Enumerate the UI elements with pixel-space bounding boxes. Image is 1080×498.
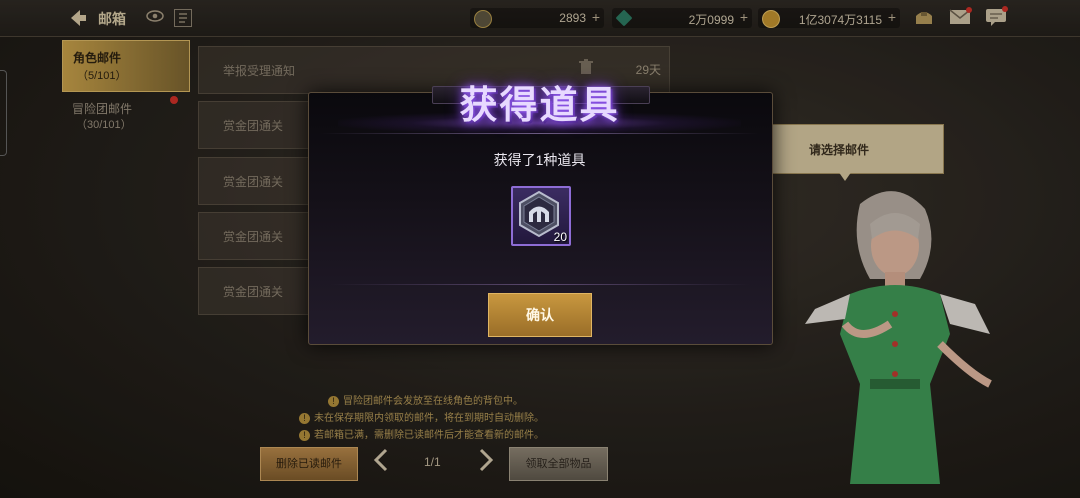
confirm-button[interactable]: 确认 [488,293,592,337]
reward-item-slot[interactable]: 20 [511,186,571,246]
divider [320,133,759,134]
divider [330,284,750,285]
dialog-title: 获得道具 [459,85,620,127]
side-handle[interactable] [0,70,7,156]
dialog-subtitle: 获得了1种道具 [493,152,586,168]
item-quantity: 20 [553,230,567,244]
